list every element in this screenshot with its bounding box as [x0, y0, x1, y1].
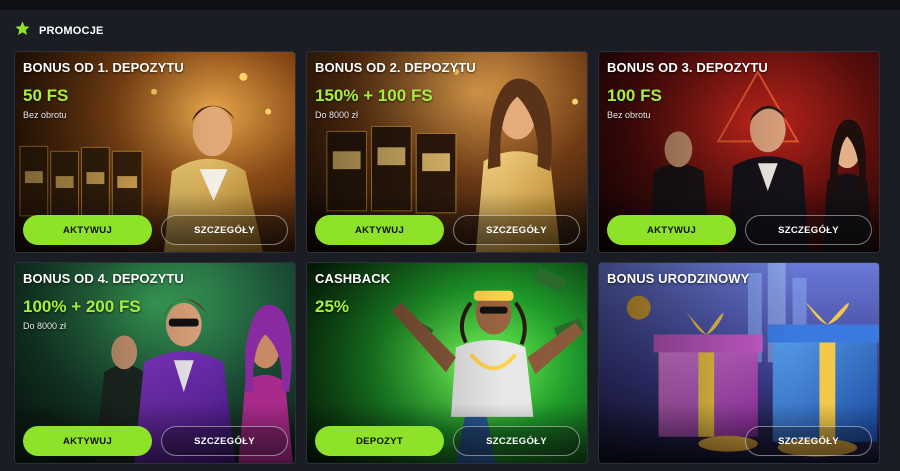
- card-title: BONUS OD 2. DEPOZYTU: [315, 60, 476, 75]
- details-button[interactable]: SZCZEGÓŁY: [161, 426, 288, 456]
- activate-button[interactable]: AKTYWUJ: [23, 426, 152, 456]
- card-title: CASHBACK: [315, 271, 391, 286]
- card-subtitle: Do 8000 zł: [23, 321, 67, 331]
- details-button[interactable]: SZCZEGÓŁY: [161, 215, 288, 245]
- card-subtitle: Bez obrotu: [607, 110, 651, 120]
- details-button[interactable]: SZCZEGÓŁY: [453, 426, 580, 456]
- promo-card-first-deposit[interactable]: BONUS OD 1. DEPOZYTU 50 FS Bez obrotu AK…: [14, 51, 296, 253]
- promo-card-cashback[interactable]: CASHBACK 25% DEPOZYT SZCZEGÓŁY: [306, 262, 588, 464]
- card-bonus-amount: 50 FS: [23, 86, 69, 105]
- promo-card-second-deposit[interactable]: BONUS OD 2. DEPOZYTU 150% + 100 FS Do 80…: [306, 51, 588, 253]
- card-title: BONUS OD 4. DEPOZYTU: [23, 271, 184, 286]
- card-bonus-amount: 150% + 100 FS: [315, 86, 433, 105]
- activate-button[interactable]: AKTYWUJ: [23, 215, 152, 245]
- deposit-button[interactable]: DEPOZYT: [315, 426, 444, 456]
- card-bonus-amount: 25%: [315, 297, 350, 316]
- card-title: BONUS OD 3. DEPOZYTU: [607, 60, 768, 75]
- details-button[interactable]: SZCZEGÓŁY: [745, 215, 872, 245]
- details-button[interactable]: SZCZEGÓŁY: [745, 426, 872, 456]
- activate-button[interactable]: AKTYWUJ: [607, 215, 736, 245]
- card-bonus-amount: 100 FS: [607, 86, 662, 105]
- card-title: BONUS URODZINOWY: [607, 271, 750, 286]
- section-title: PROMOCJE: [39, 25, 104, 37]
- promo-card-fourth-deposit[interactable]: BONUS OD 4. DEPOZYTU 100% + 200 FS Do 80…: [14, 262, 296, 464]
- card-subtitle: Do 8000 zł: [315, 110, 359, 120]
- card-bonus-amount: 100% + 200 FS: [23, 297, 141, 316]
- promo-card-birthday-bonus[interactable]: BONUS URODZINOWY SZCZEGÓŁY: [598, 262, 880, 464]
- card-title: BONUS OD 1. DEPOZYTU: [23, 60, 184, 75]
- star-icon: [14, 20, 31, 42]
- details-button[interactable]: SZCZEGÓŁY: [453, 215, 580, 245]
- promotions-header: PROMOCJE: [14, 20, 104, 42]
- activate-button[interactable]: AKTYWUJ: [315, 215, 444, 245]
- top-bar: [0, 0, 900, 10]
- card-subtitle: Bez obrotu: [23, 110, 67, 120]
- promo-card-third-deposit[interactable]: BONUS OD 3. DEPOZYTU 100 FS Bez obrotu A…: [598, 51, 880, 253]
